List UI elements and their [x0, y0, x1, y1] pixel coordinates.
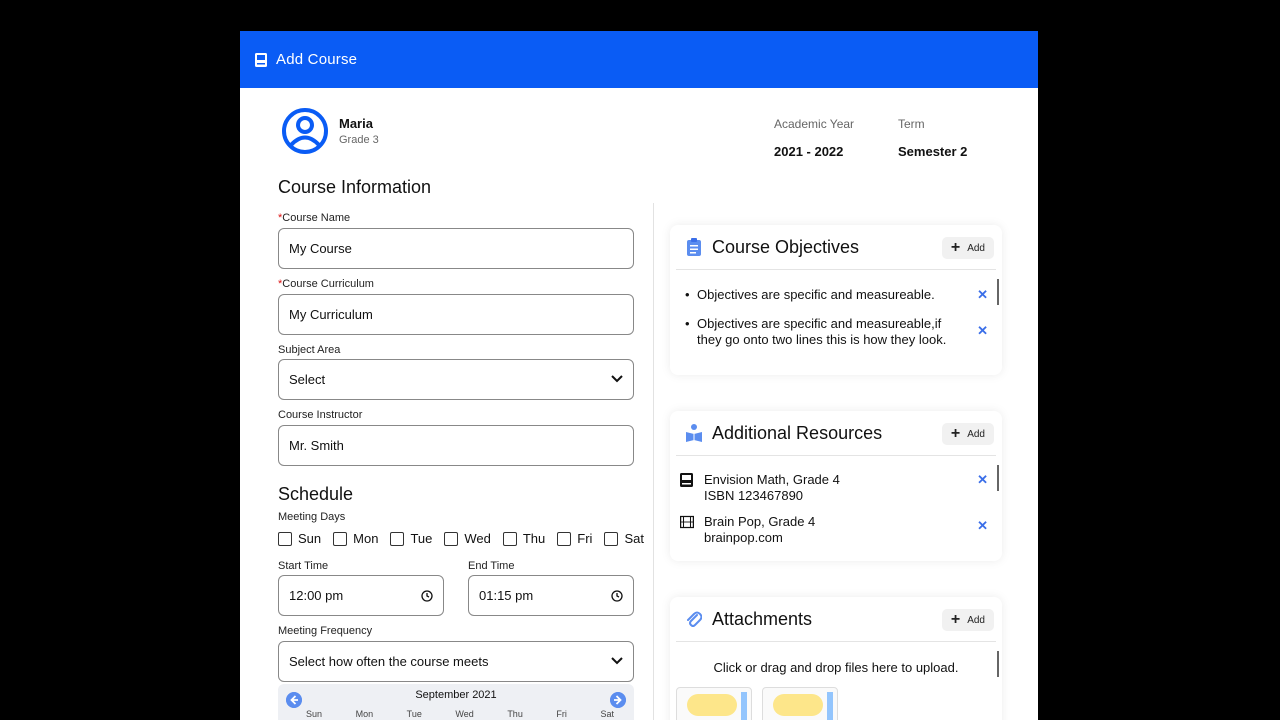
title-bar: Add Course	[240, 31, 1038, 88]
schedule-heading: Schedule	[278, 484, 354, 504]
course-name-input[interactable]: My Course	[278, 228, 634, 269]
objective-item: • Objectives are specific and measureable…	[685, 316, 947, 347]
weekday: Mon	[355, 709, 374, 719]
course-objectives-card: Course Objectives + Add • Objectives are s…	[670, 225, 1002, 375]
meeting-days: Sun Mon Tue Wed Thu Fri Sat	[278, 531, 656, 546]
checkbox[interactable]	[502, 531, 517, 546]
course-information-heading: Course Information	[278, 177, 432, 197]
column-divider	[653, 203, 654, 720]
checkbox[interactable]	[278, 531, 292, 546]
start-time-input[interactable]: 12:00 pm	[278, 575, 444, 616]
checkbox[interactable]	[333, 531, 348, 546]
scrollbar[interactable]	[997, 465, 999, 491]
user-name: Maria	[339, 116, 373, 131]
clock-icon	[611, 590, 623, 602]
book-icon	[680, 473, 693, 487]
clipboard-icon	[687, 238, 701, 256]
course-curriculum-label: *Course Curriculum	[278, 278, 374, 290]
day-wed[interactable]: Wed	[444, 531, 491, 546]
calendar-next-icon[interactable]	[610, 692, 626, 708]
course-curriculum-value: My Curriculum	[289, 307, 373, 322]
add-resource-button[interactable]: + Add	[941, 423, 994, 445]
attachments-title: Attachments	[712, 608, 813, 629]
day-sat[interactable]: Sat	[604, 531, 644, 546]
scrollbar[interactable]	[997, 279, 999, 305]
day-tue[interactable]: Tue	[390, 531, 432, 546]
course-objectives-title: Course Objectives	[712, 236, 860, 257]
calendar: September 2021 Sun Mon Tue Wed Thu Fri S…	[278, 684, 634, 720]
weekday: Wed	[455, 709, 474, 719]
reader-icon	[686, 424, 702, 442]
checkbox[interactable]	[444, 531, 459, 546]
academic-year-label: Academic Year	[774, 117, 855, 131]
subject-area-label: Subject Area	[278, 344, 341, 356]
add-objective-button[interactable]: + Add	[941, 237, 994, 259]
term: Term Semester 2	[898, 117, 967, 159]
academic-year: Academic Year 2021 - 2022	[774, 117, 854, 159]
remove-objective-icon[interactable]: ✕	[977, 323, 988, 339]
checkbox[interactable]	[390, 531, 405, 546]
end-time-label: End Time	[468, 560, 515, 572]
day-thu[interactable]: Thu	[502, 531, 545, 546]
subject-area-select[interactable]: Select	[278, 359, 634, 400]
calendar-weekdays: Sun Mon Tue Wed Thu Fri Sat	[306, 709, 614, 719]
course-instructor-input[interactable]: Mr. Smith	[278, 425, 634, 466]
meeting-frequency-value: Select how often the course meets	[289, 654, 489, 669]
academic-year-value: 2021 - 2022	[774, 144, 844, 159]
resource-item: Brain Pop, Grade 4 brainpop.com	[680, 514, 815, 546]
attachment-thumbnail[interactable]	[762, 687, 838, 720]
meeting-frequency-label: Meeting Frequency	[278, 625, 373, 637]
course-curriculum-input[interactable]: My Curriculum	[278, 294, 634, 335]
add-course-window: Add Course Maria Grade 3 Academic Year 2…	[240, 31, 1038, 720]
weekday: Thu	[507, 709, 523, 719]
weekday: Sun	[306, 709, 323, 719]
course-name-value: My Course	[289, 241, 352, 256]
course-instructor-label: Course Instructor	[278, 409, 363, 421]
course-name-label: *Course Name	[278, 212, 351, 224]
attachments-card: Attachments + Add Click or drag and drop …	[670, 597, 1002, 720]
remove-resource-icon[interactable]: ✕	[977, 472, 988, 488]
chevron-down-icon	[611, 657, 623, 665]
start-time-label: Start Time	[278, 560, 329, 572]
add-attachment-button[interactable]: + Add	[941, 609, 994, 631]
day-mon[interactable]: Mon	[333, 531, 378, 546]
remove-resource-icon[interactable]: ✕	[977, 518, 988, 534]
weekday: Sat	[600, 709, 614, 719]
clock-icon	[421, 590, 433, 602]
course-instructor-value: Mr. Smith	[289, 438, 344, 453]
meeting-days-label: Meeting Days	[278, 511, 346, 523]
checkbox[interactable]	[557, 531, 572, 546]
book-icon	[255, 52, 267, 67]
day-sun[interactable]: Sun	[278, 531, 321, 546]
film-icon	[680, 515, 694, 529]
resource-item: Envision Math, Grade 4 ISBN 123467890	[680, 472, 840, 504]
end-time-input[interactable]: 01:15 pm	[468, 575, 634, 616]
day-fri[interactable]: Fri	[557, 531, 592, 546]
window-title: Add Course	[276, 51, 358, 68]
end-time-value: 01:15 pm	[479, 588, 534, 603]
checkbox[interactable]	[604, 531, 619, 546]
upload-dropzone[interactable]: Click or drag and drop files here to upl…	[670, 660, 1002, 675]
additional-resources-title: Additional Resources	[712, 422, 883, 443]
weekday: Fri	[556, 709, 567, 719]
weekday: Tue	[406, 709, 422, 719]
term-label: Term	[898, 117, 925, 131]
attachment-thumbnail[interactable]	[676, 687, 752, 720]
calendar-month: September 2021	[415, 689, 497, 701]
objective-item: • Objectives are specific and measureable…	[685, 287, 935, 302]
plus-icon: +	[950, 611, 961, 628]
plus-icon: +	[950, 239, 961, 256]
user-grade: Grade 3	[339, 134, 379, 146]
subject-area-value: Select	[289, 372, 326, 387]
meeting-frequency-select[interactable]: Select how often the course meets	[278, 641, 634, 682]
term-value: Semester 2	[898, 144, 968, 159]
additional-resources-card: Additional Resources + Add Envision Math,…	[670, 411, 1002, 561]
user-avatar-icon	[282, 108, 328, 154]
remove-objective-icon[interactable]: ✕	[977, 287, 988, 303]
paperclip-icon	[687, 611, 702, 627]
user-profile: Maria Grade 3	[282, 108, 379, 154]
plus-icon: +	[950, 425, 961, 442]
chevron-down-icon	[611, 375, 623, 383]
start-time-value: 12:00 pm	[289, 588, 344, 603]
